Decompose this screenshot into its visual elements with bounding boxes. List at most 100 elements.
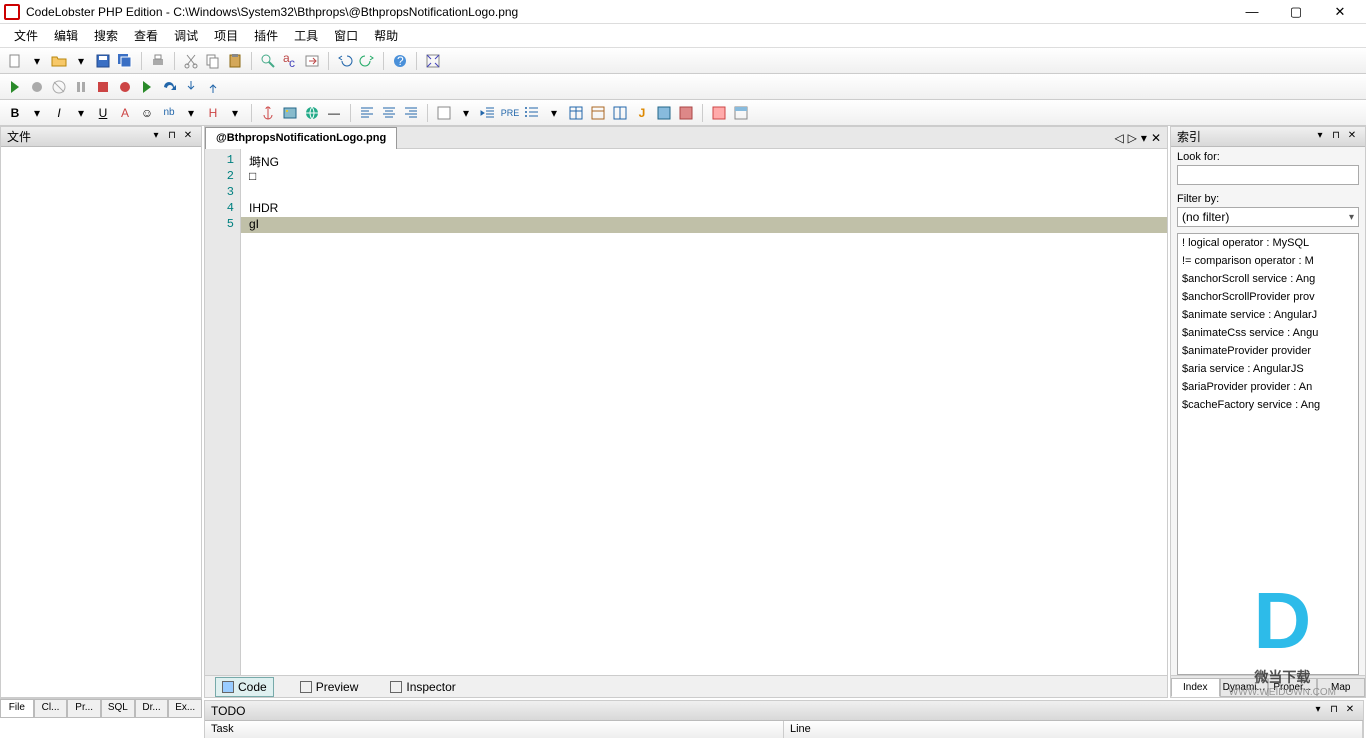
script-icon[interactable]: J — [633, 104, 651, 122]
hr-icon[interactable]: — — [325, 104, 343, 122]
dropdown-icon[interactable]: ▾ — [182, 104, 200, 122]
copy-icon[interactable] — [204, 52, 222, 70]
look-for-input[interactable] — [1177, 165, 1359, 185]
step-out-icon[interactable] — [204, 78, 222, 96]
nbsp-icon[interactable]: nb — [160, 104, 178, 122]
align-center-icon[interactable] — [380, 104, 398, 122]
tool-icon[interactable] — [28, 78, 46, 96]
underline-icon[interactable]: U — [94, 104, 112, 122]
css-icon[interactable] — [655, 104, 673, 122]
list-icon[interactable] — [523, 104, 541, 122]
align-left-icon[interactable] — [358, 104, 376, 122]
check-icon[interactable] — [710, 104, 728, 122]
tab-sql[interactable]: SQL — [101, 699, 135, 718]
dropdown-icon[interactable]: ▾ — [72, 104, 90, 122]
tab-class[interactable]: Cl... — [34, 699, 68, 718]
link-icon[interactable] — [303, 104, 321, 122]
align-right-icon[interactable] — [402, 104, 420, 122]
tab-close-icon[interactable]: ✕ — [1151, 131, 1161, 145]
save-icon[interactable] — [94, 52, 112, 70]
step-over-icon[interactable] — [160, 78, 178, 96]
bold-icon[interactable]: B — [6, 104, 24, 122]
panel-dropdown-icon[interactable]: ▾ — [1313, 130, 1327, 144]
code-line-current[interactable]: gI — [241, 217, 1167, 233]
tab-next-icon[interactable]: ▷ — [1128, 131, 1137, 145]
code-line[interactable]: □ — [241, 169, 1167, 185]
panel-close-icon[interactable]: ✕ — [181, 130, 195, 144]
panel-close-icon[interactable]: ✕ — [1343, 704, 1357, 718]
undo-icon[interactable] — [336, 52, 354, 70]
open-dropdown-icon[interactable]: ▾ — [72, 52, 90, 70]
view-inspector-tab[interactable]: Inspector — [384, 678, 461, 696]
todo-col-line[interactable]: Line — [784, 721, 1363, 738]
panel-pin-icon[interactable]: ⊓ — [1329, 130, 1343, 144]
menu-tools[interactable]: 工具 — [286, 25, 326, 46]
panel-pin-icon[interactable]: ⊓ — [1327, 704, 1341, 718]
dropdown-icon[interactable]: ▾ — [226, 104, 244, 122]
panel-pin-icon[interactable]: ⊓ — [165, 130, 179, 144]
menu-window[interactable]: 窗口 — [326, 25, 366, 46]
heading-icon[interactable]: H — [204, 104, 222, 122]
font-icon[interactable]: A — [116, 104, 134, 122]
new-dropdown-icon[interactable]: ▾ — [28, 52, 46, 70]
tab-dr[interactable]: Dr... — [135, 699, 169, 718]
table2-icon[interactable] — [589, 104, 607, 122]
close-button[interactable]: ✕ — [1318, 1, 1362, 23]
run-icon[interactable] — [6, 78, 24, 96]
open-icon[interactable] — [50, 52, 68, 70]
list-item[interactable]: $animateCss service : Angu — [1178, 324, 1358, 342]
anchor-icon[interactable] — [259, 104, 277, 122]
stop-icon[interactable] — [94, 78, 112, 96]
goto-icon[interactable] — [303, 52, 321, 70]
menu-view[interactable]: 查看 — [126, 25, 166, 46]
list-item[interactable]: $animate service : AngularJ — [1178, 306, 1358, 324]
filter-select[interactable]: (no filter)▾ — [1177, 207, 1359, 227]
file-tree[interactable] — [1, 147, 201, 697]
step-into-icon[interactable] — [182, 78, 200, 96]
editor-tab-active[interactable]: @BthpropsNotificationLogo.png — [205, 127, 397, 149]
view-code-tab[interactable]: Code — [215, 677, 274, 697]
code-editor[interactable]: 12345 塒NG □ IHDR gI — [205, 149, 1167, 675]
step-icon[interactable] — [138, 78, 156, 96]
find-icon[interactable] — [259, 52, 277, 70]
todo-col-task[interactable]: Task — [205, 721, 784, 738]
panel-close-icon[interactable]: ✕ — [1345, 130, 1359, 144]
pause-icon[interactable] — [72, 78, 90, 96]
tab-index[interactable]: Index — [1171, 678, 1220, 697]
menu-file[interactable]: 文件 — [6, 25, 46, 46]
list-item[interactable]: $cacheFactory service : Ang — [1178, 396, 1358, 414]
fullscreen-icon[interactable] — [424, 52, 442, 70]
menu-edit[interactable]: 编辑 — [46, 25, 86, 46]
dropdown-icon[interactable]: ▾ — [28, 104, 46, 122]
italic-icon[interactable]: I — [50, 104, 68, 122]
code-line[interactable]: 塒NG — [241, 153, 1167, 169]
menu-search[interactable]: 搜索 — [86, 25, 126, 46]
minimize-button[interactable]: — — [1230, 1, 1274, 23]
tab-file[interactable]: File — [0, 699, 34, 718]
dropdown-icon[interactable]: ▾ — [545, 104, 563, 122]
tab-menu-icon[interactable]: ▾ — [1141, 131, 1147, 145]
maximize-button[interactable]: ▢ — [1274, 1, 1318, 23]
replace-icon[interactable]: ac — [281, 52, 299, 70]
list-item[interactable]: ! logical operator : MySQL — [1178, 234, 1358, 252]
code-line[interactable]: IHDR — [241, 201, 1167, 217]
list-item[interactable]: $aria service : AngularJS — [1178, 360, 1358, 378]
panel-dropdown-icon[interactable]: ▾ — [149, 130, 163, 144]
panel-dropdown-icon[interactable]: ▾ — [1311, 704, 1325, 718]
view-preview-tab[interactable]: Preview — [294, 678, 365, 696]
new-file-icon[interactable] — [6, 52, 24, 70]
table-icon[interactable] — [567, 104, 585, 122]
list-item[interactable]: $anchorScroll service : Ang — [1178, 270, 1358, 288]
paste-icon[interactable] — [226, 52, 244, 70]
list-item[interactable]: != comparison operator : M — [1178, 252, 1358, 270]
breakpoint-icon[interactable] — [116, 78, 134, 96]
tab-prev-icon[interactable]: ◁ — [1114, 131, 1123, 145]
outdent-icon[interactable] — [479, 104, 497, 122]
save-all-icon[interactable] — [116, 52, 134, 70]
list-item[interactable]: $ariaProvider provider : An — [1178, 378, 1358, 396]
print-icon[interactable] — [149, 52, 167, 70]
form-icon[interactable] — [435, 104, 453, 122]
menu-project[interactable]: 项目 — [206, 25, 246, 46]
cancel-icon[interactable] — [50, 78, 68, 96]
list-item[interactable]: $anchorScrollProvider prov — [1178, 288, 1358, 306]
